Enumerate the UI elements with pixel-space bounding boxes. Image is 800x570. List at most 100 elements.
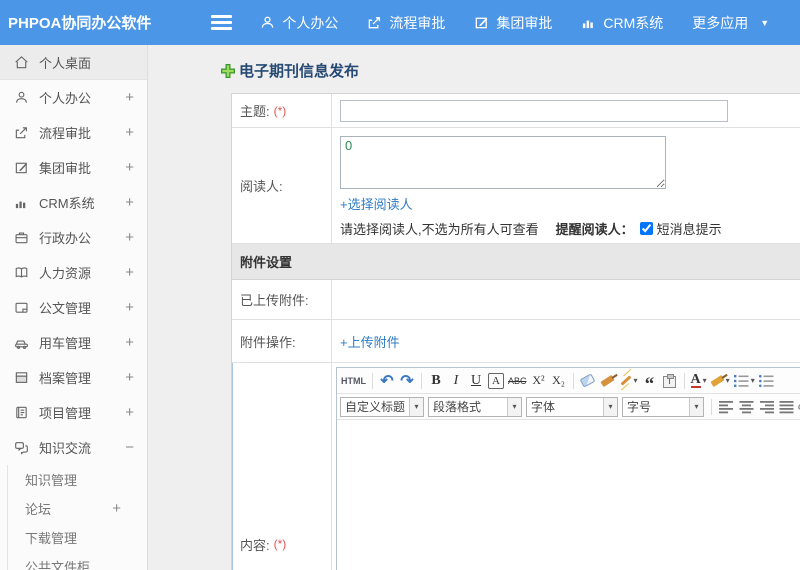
upload-attachment-link[interactable]: +上传附件 <box>340 332 400 351</box>
strikethrough-button[interactable]: ABC <box>506 370 529 391</box>
sidebar-item-document-management[interactable]: 公文管理 + <box>0 290 147 325</box>
nav-workflow-approval[interactable]: 流程审批 <box>367 13 445 33</box>
edit-square-icon <box>474 15 489 30</box>
paste-text-icon[interactable]: T <box>660 370 680 391</box>
font-size-select[interactable]: 字号 ▾ <box>622 396 704 417</box>
expand-plus-icon[interactable]: + <box>125 159 134 176</box>
sidebar-subitem-download-management[interactable]: 下载管理 <box>8 523 147 552</box>
expand-plus-icon[interactable]: + <box>125 229 134 246</box>
nav-label: 集团审批 <box>496 14 553 31</box>
sidebar-item-crm-system[interactable]: CRM系统 + <box>0 185 147 220</box>
app-logo: PHPOA协同办公软件 <box>8 15 152 32</box>
workflow-icon <box>367 15 382 30</box>
home-icon <box>13 55 30 70</box>
user-icon <box>13 90 30 105</box>
content-row: 内容: (*) HTML ↶ ↷ B I U A ABC X² X₂ ▾ “ T… <box>232 363 800 570</box>
char-style-button[interactable]: A <box>488 372 504 389</box>
content-label: 内容: <box>240 537 270 553</box>
underline-button[interactable]: U <box>466 370 486 391</box>
nav-group-approval[interactable]: 集团审批 <box>474 13 552 33</box>
sidebar-subitem-forum[interactable]: 论坛 + <box>8 494 147 523</box>
chat-icon <box>13 440 30 455</box>
green-plus-icon <box>220 63 236 79</box>
blockquote-icon[interactable]: “ <box>640 370 660 394</box>
align-right-button[interactable] <box>756 396 776 417</box>
uploaded-attachments-value <box>332 280 800 319</box>
format-painter-icon[interactable] <box>598 370 618 391</box>
document-icon <box>13 300 30 315</box>
rich-text-editor: HTML ↶ ↷ B I U A ABC X² X₂ ▾ “ T A ▾ ▾ ▾… <box>336 367 800 570</box>
subject-label: 主题: <box>240 104 270 119</box>
archive-icon <box>13 370 30 385</box>
readers-label: 阅读人: <box>240 179 283 194</box>
expand-plus-icon[interactable]: + <box>125 89 134 106</box>
italic-button[interactable]: I <box>446 370 466 391</box>
ordered-list-button[interactable]: ▾ <box>732 370 757 391</box>
expand-plus-icon[interactable]: + <box>125 194 134 211</box>
undo-icon[interactable]: ↶ <box>377 370 397 391</box>
editor-content-area[interactable] <box>337 420 800 570</box>
sidebar-item-project-management[interactable]: 项目管理 + <box>0 395 147 430</box>
subject-input[interactable] <box>340 99 728 122</box>
paragraph-format-select[interactable]: 段落格式 ▾ <box>428 396 522 417</box>
sidebar-item-workflow-approval[interactable]: 流程审批 + <box>0 115 147 150</box>
font-color-button[interactable]: A ▾ <box>689 370 709 391</box>
hamburger-menu-icon[interactable] <box>211 12 233 33</box>
heading-select[interactable]: 自定义标题 ▾ <box>340 396 424 417</box>
caret-down-icon: ▼ <box>760 17 770 28</box>
redo-icon[interactable]: ↷ <box>397 370 417 391</box>
expand-plus-icon[interactable]: + <box>125 334 134 351</box>
insert-link-button[interactable] <box>796 396 800 417</box>
font-family-select[interactable]: 字体 ▾ <box>526 396 618 417</box>
required-mark: (*) <box>273 103 287 118</box>
main-content: 电子期刊信息发布 主题: (*) 阅读人: 0 +选择阅读人 请选择阅读人,不选… <box>148 45 800 570</box>
sms-notify-label: 短消息提示 <box>656 222 722 237</box>
magic-wand-icon[interactable]: ▾ <box>618 370 640 391</box>
expand-plus-icon[interactable]: + <box>125 124 134 141</box>
sidebar-item-human-resources[interactable]: 人力资源 + <box>0 255 147 290</box>
sidebar-item-personal-desktop[interactable]: 个人桌面 <box>0 45 147 80</box>
app-window: PHPOA协同办公软件 个人办公 流程审批 集团审批 CRM系统 更多应用 ▼ … <box>0 0 800 570</box>
car-icon <box>13 335 30 350</box>
expand-plus-icon[interactable]: + <box>112 500 121 517</box>
subject-row: 主题: (*) <box>232 94 800 128</box>
sidebar: 个人桌面 个人办公 + 流程审批 + 集团审批 + CRM系统 + 行政办公 +… <box>0 45 148 570</box>
bold-button[interactable]: B <box>426 370 446 391</box>
sidebar-item-group-approval[interactable]: 集团审批 + <box>0 150 147 185</box>
sidebar-item-admin-office[interactable]: 行政办公 + <box>0 220 147 255</box>
nav-more-apps[interactable]: 更多应用 ▼ <box>692 13 769 33</box>
bar-chart-icon <box>581 15 596 30</box>
sidebar-subitem-knowledge-management[interactable]: 知识管理 <box>8 465 147 494</box>
align-center-button[interactable] <box>736 396 756 417</box>
expand-plus-icon[interactable]: + <box>125 369 134 386</box>
sidebar-subitem-public-file-cabinet[interactable]: 公共文件柜 <box>8 552 147 570</box>
uploaded-attachments-label: 已上传附件: <box>240 293 309 308</box>
expand-plus-icon[interactable]: + <box>125 299 134 316</box>
justify-button[interactable] <box>776 396 796 417</box>
eraser-icon[interactable] <box>578 370 598 391</box>
required-mark: (*) <box>273 537 287 551</box>
unordered-list-button[interactable] <box>757 370 777 391</box>
top-navigation: 个人办公 流程审批 集团审批 CRM系统 更多应用 ▼ <box>260 13 798 33</box>
align-left-button[interactable] <box>716 396 736 417</box>
sidebar-item-personal-office[interactable]: 个人办公 + <box>0 80 147 115</box>
top-bar: PHPOA协同办公软件 个人办公 流程审批 集团审批 CRM系统 更多应用 ▼ <box>0 0 800 45</box>
subscript-button[interactable]: X₂ <box>549 370 569 391</box>
select-readers-link[interactable]: +选择阅读人 <box>340 194 413 213</box>
expand-plus-icon[interactable]: + <box>125 404 134 421</box>
highlight-color-button[interactable]: ▾ <box>709 370 732 391</box>
book-icon <box>13 265 30 280</box>
nav-crm-system[interactable]: CRM系统 <box>581 13 663 33</box>
expand-plus-icon[interactable]: + <box>125 264 134 281</box>
collapse-minus-icon[interactable]: − <box>125 439 134 456</box>
readers-textarea[interactable]: 0 <box>340 136 666 189</box>
sidebar-item-archive-management[interactable]: 档案管理 + <box>0 360 147 395</box>
caret-down-icon: ▾ <box>689 397 703 416</box>
sidebar-item-knowledge-exchange[interactable]: 知识交流 − <box>0 430 147 465</box>
superscript-button[interactable]: X² <box>529 370 549 391</box>
sidebar-item-vehicle-management[interactable]: 用车管理 + <box>0 325 147 360</box>
html-source-button[interactable]: HTML <box>339 370 368 391</box>
page-title: 电子期刊信息发布 <box>220 60 800 81</box>
nav-personal-office[interactable]: 个人办公 <box>260 13 338 33</box>
sms-notify-checkbox[interactable] <box>639 222 653 235</box>
